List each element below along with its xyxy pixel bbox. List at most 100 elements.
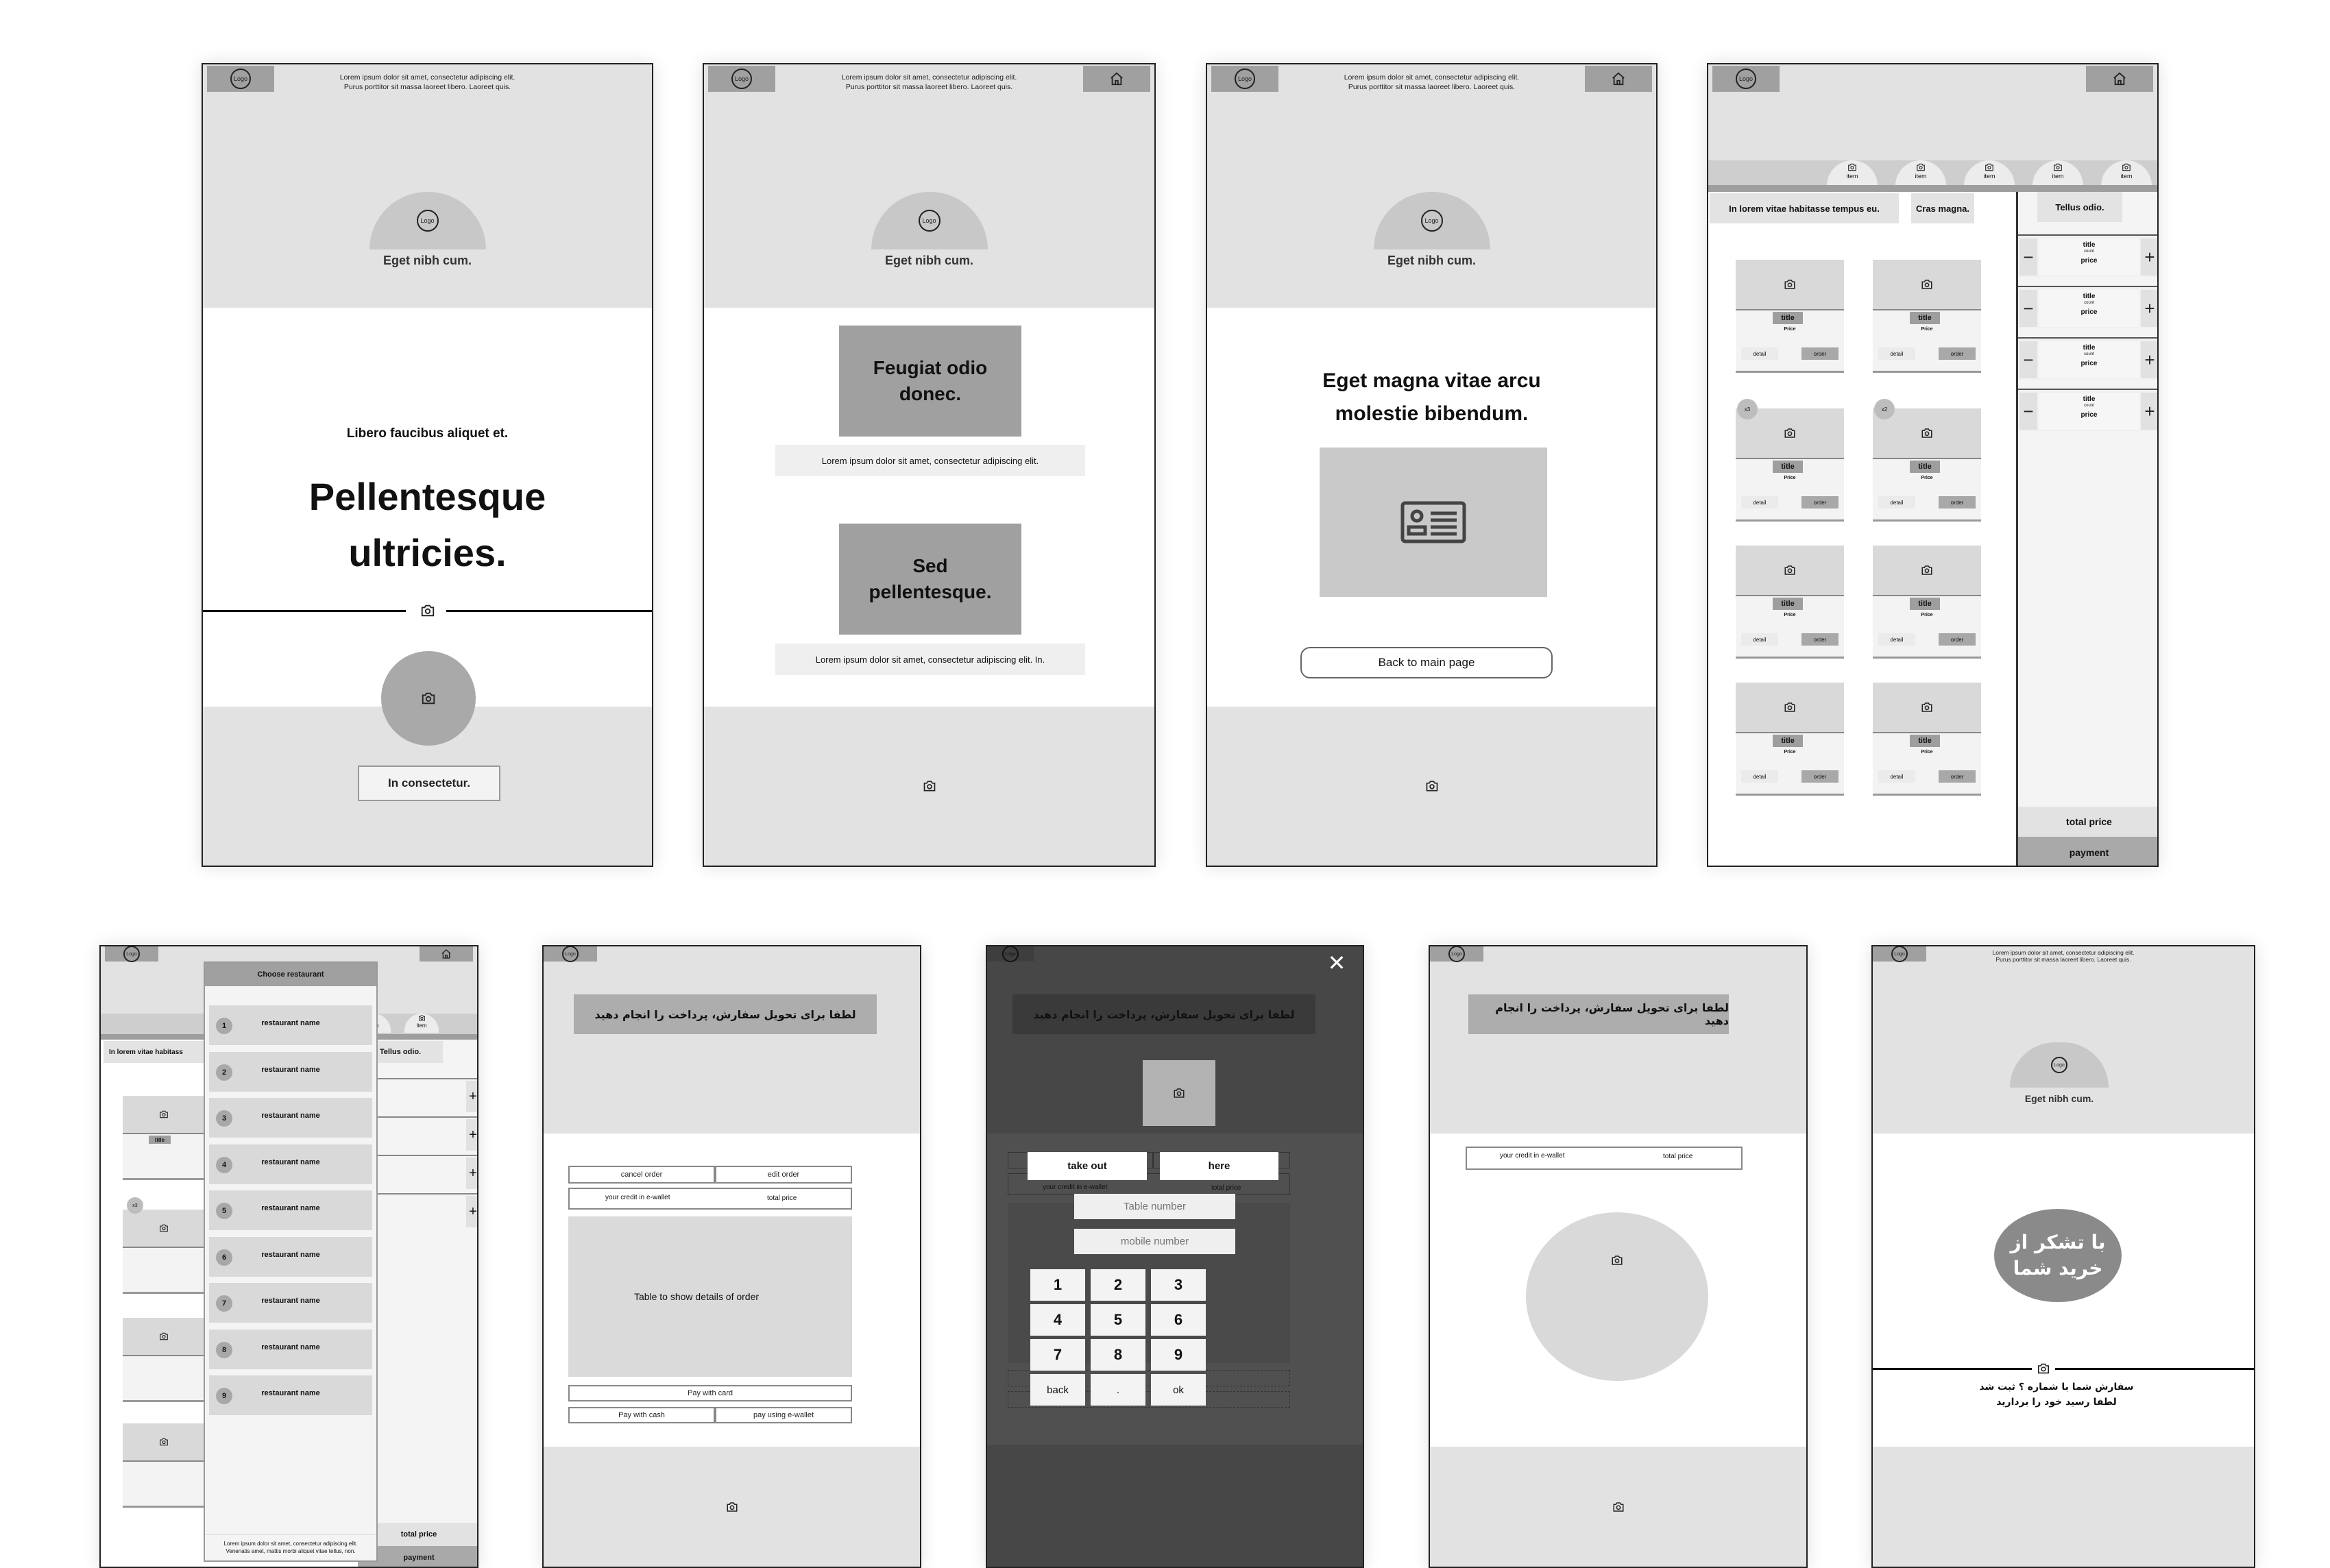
- credit-label: your credit in e-wallet: [605, 1194, 670, 1201]
- plus-icon[interactable]: +: [466, 1196, 477, 1227]
- detail-button[interactable]: detail: [1741, 347, 1778, 360]
- category-tab[interactable]: item: [404, 1014, 439, 1033]
- order-button[interactable]: order: [1801, 633, 1838, 646]
- key-8[interactable]: 8: [1091, 1339, 1145, 1371]
- camera-icon: [726, 1502, 738, 1512]
- menu-card-title: title: [1773, 598, 1803, 610]
- key-1[interactable]: 1: [1030, 1269, 1085, 1301]
- primary-button[interactable]: In consectetur.: [358, 765, 500, 801]
- camera-icon: [2122, 163, 2131, 171]
- table-number-input[interactable]: [1074, 1194, 1235, 1219]
- detail-button[interactable]: detail: [1741, 496, 1778, 509]
- detail-button[interactable]: detail: [1878, 633, 1915, 646]
- pay-with-cash-button[interactable]: Pay with cash: [568, 1407, 715, 1423]
- tab-underline: [1708, 185, 2157, 192]
- cart-item-title: title: [2083, 293, 2096, 300]
- cancel-order-button[interactable]: cancel order: [568, 1166, 715, 1184]
- option-card-2[interactable]: Sed pellentesque.: [839, 524, 1021, 635]
- restaurant-list-item[interactable]: 8 restaurant name: [209, 1329, 372, 1369]
- restaurant-list-item[interactable]: 1 restaurant name: [209, 1005, 372, 1045]
- payment-banner: لطفا برای تحویل سفارش، پرداخت را انجام د…: [1468, 994, 1729, 1034]
- close-button[interactable]: ✕: [1327, 952, 1346, 974]
- category-tab-3[interactable]: item: [1964, 160, 2015, 188]
- key-6[interactable]: 6: [1151, 1304, 1206, 1336]
- detail-button[interactable]: detail: [1878, 347, 1915, 360]
- home-button[interactable]: [420, 946, 473, 961]
- plus-icon[interactable]: +: [466, 1119, 477, 1151]
- plus-icon[interactable]: +: [466, 1081, 477, 1112]
- take-out-button[interactable]: take out: [1028, 1152, 1147, 1180]
- menu-card-image: [1736, 260, 1844, 310]
- restaurant-list-item[interactable]: 4 restaurant name: [209, 1144, 372, 1184]
- option-card-1[interactable]: Feugiat odio donec.: [839, 326, 1021, 437]
- plus-icon[interactable]: +: [2141, 393, 2157, 430]
- category-tab-4[interactable]: item: [2032, 160, 2083, 188]
- order-button[interactable]: order: [1801, 770, 1838, 783]
- camera-icon: [1921, 565, 1933, 576]
- plus-icon[interactable]: +: [2141, 238, 2157, 275]
- restaurant-list-item[interactable]: 3 restaurant name: [209, 1098, 372, 1138]
- detail-button[interactable]: detail: [1878, 496, 1915, 509]
- logo[interactable]: Logo: [1430, 946, 1483, 962]
- category-tab-1[interactable]: item: [1827, 160, 1878, 188]
- edit-order-button[interactable]: edit order: [715, 1166, 852, 1184]
- menu-card: title Price detail order: [1736, 683, 1844, 794]
- here-button[interactable]: here: [1160, 1152, 1278, 1180]
- restaurant-list-item[interactable]: 2 restaurant name: [209, 1051, 372, 1092]
- order-button[interactable]: order: [1939, 633, 1976, 646]
- key-4[interactable]: 4: [1030, 1304, 1085, 1336]
- logo[interactable]: Logo: [105, 946, 158, 962]
- back-to-main-button[interactable]: Back to main page: [1300, 647, 1553, 678]
- camera-icon: [1784, 279, 1796, 290]
- detail-button[interactable]: detail: [1878, 770, 1915, 783]
- key-7[interactable]: 7: [1030, 1339, 1085, 1371]
- category-tab-2[interactable]: item: [1895, 160, 1946, 188]
- avatar-circle[interactable]: [381, 651, 476, 746]
- key-back[interactable]: back: [1030, 1374, 1085, 1406]
- thanks-circle: با تشکر از خرید شما: [1994, 1209, 2122, 1302]
- home-button[interactable]: [2086, 66, 2153, 92]
- minus-icon[interactable]: −: [2019, 238, 2037, 275]
- payment-button[interactable]: payment: [2018, 837, 2157, 866]
- minus-icon[interactable]: −: [2019, 393, 2037, 430]
- minus-icon[interactable]: −: [2019, 290, 2037, 327]
- cart-item-info: title count price: [2039, 290, 2139, 327]
- plus-icon[interactable]: +: [2141, 341, 2157, 378]
- key-9[interactable]: 9: [1151, 1339, 1206, 1371]
- key-5[interactable]: 5: [1091, 1304, 1145, 1336]
- camera-icon: [1612, 1502, 1625, 1512]
- message-line-2: لطفا رسید خود را بردارید: [1996, 1397, 2117, 1408]
- pay-with-wallet-button[interactable]: pay using e-wallet: [715, 1407, 852, 1423]
- key-2[interactable]: 2: [1091, 1269, 1145, 1301]
- camera-icon: [1784, 565, 1796, 576]
- cart-title: Tellus odio.: [2037, 192, 2122, 222]
- key-3[interactable]: 3: [1151, 1269, 1206, 1301]
- cart-item: − title count price +: [2018, 234, 2157, 277]
- order-button[interactable]: order: [1939, 770, 1976, 783]
- tab-label: item: [1915, 173, 1927, 180]
- mobile-number-input[interactable]: [1074, 1229, 1235, 1254]
- restaurant-list-item[interactable]: 5 restaurant name: [209, 1190, 372, 1230]
- menu-card: title Price detail order: [1873, 408, 1981, 519]
- order-button[interactable]: order: [1939, 496, 1976, 509]
- restaurant-list-item[interactable]: 7 restaurant name: [209, 1283, 372, 1323]
- logo[interactable]: Logo: [1712, 66, 1780, 92]
- total-label: total price: [1211, 1184, 1241, 1192]
- logo[interactable]: Logo: [544, 946, 597, 962]
- restaurant-list-item[interactable]: 9 restaurant name: [209, 1375, 372, 1415]
- key-ok[interactable]: ok: [1151, 1374, 1206, 1406]
- dim-header: Logo لطفا برای تحویل سفارش، پرداخت را ان…: [987, 946, 1363, 1134]
- pay-with-card-button[interactable]: Pay with card: [568, 1385, 852, 1401]
- minus-icon[interactable]: −: [2019, 341, 2037, 378]
- order-button[interactable]: order: [1801, 496, 1838, 509]
- plus-icon[interactable]: +: [2141, 290, 2157, 327]
- menu-card: title Price detail order: [1873, 260, 1981, 371]
- restaurant-list-item[interactable]: 6 restaurant name: [209, 1236, 372, 1277]
- detail-button[interactable]: detail: [1741, 770, 1778, 783]
- detail-button[interactable]: detail: [1741, 633, 1778, 646]
- plus-icon[interactable]: +: [466, 1157, 477, 1189]
- order-button[interactable]: order: [1939, 347, 1976, 360]
- order-button[interactable]: order: [1801, 347, 1838, 360]
- key-dot[interactable]: .: [1091, 1374, 1145, 1406]
- category-tab-5[interactable]: item: [2101, 160, 2152, 188]
